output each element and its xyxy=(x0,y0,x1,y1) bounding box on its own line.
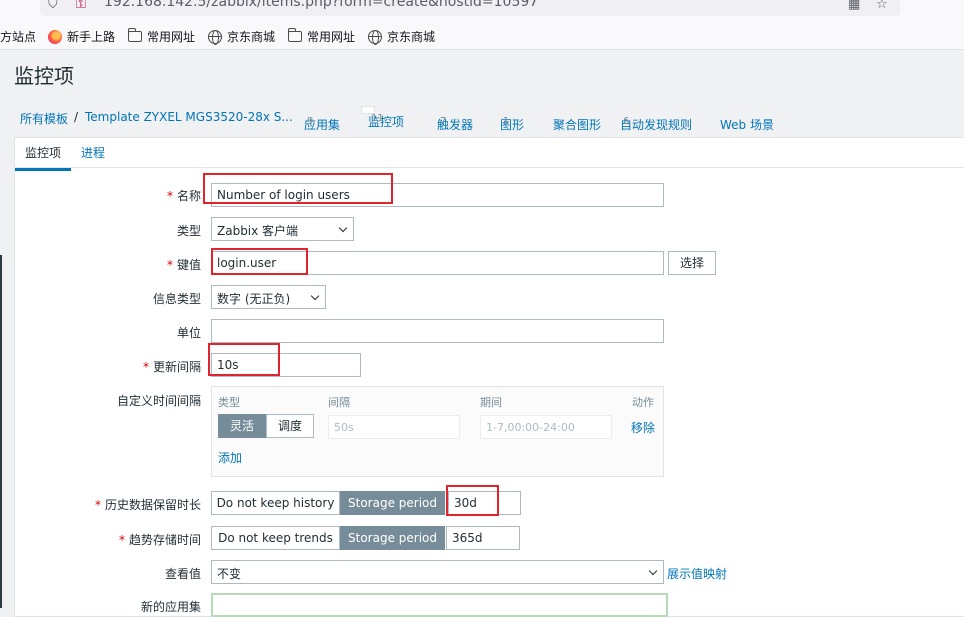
name-label: * 名称 xyxy=(166,189,201,203)
breadcrumb-all-templates[interactable]: 所有模板 xyxy=(20,110,68,127)
update-interval-input[interactable]: 10s xyxy=(211,353,361,377)
folder-icon xyxy=(287,28,302,42)
update-interval-label: * 更新间隔 xyxy=(142,360,201,374)
shield-icon[interactable]: ⛉ xyxy=(48,0,58,12)
sidebar-edge xyxy=(0,255,2,608)
bookmark-item[interactable]: 方站点 xyxy=(0,28,36,45)
breadcrumb-template[interactable]: Template ZYXEL MGS3520-28x S... xyxy=(85,110,293,124)
globe-icon xyxy=(368,29,382,45)
tab-item[interactable]: 监控项 xyxy=(15,144,72,171)
col-type-header: 类型 xyxy=(218,396,240,409)
folder-icon xyxy=(127,28,142,42)
url-text[interactable]: 192.168.142.5/zabbix/items.php?form=crea… xyxy=(104,0,538,10)
bookmark-item[interactable]: 京东商城 xyxy=(208,28,275,45)
bookmarks-bar: 方站点 新手上路 常用网址 京东商城 常用网址 京东商城 xyxy=(0,22,964,50)
custom-intervals-table: 类型 间隔 期间 动作 灵活 调度 50s 1-7,00:00-24:00 移除… xyxy=(211,386,664,477)
trends-storage-toggle[interactable]: Storage period xyxy=(340,526,445,550)
show-value-select[interactable]: 不变 xyxy=(211,560,664,584)
trends-period-input[interactable]: 365d xyxy=(446,526,520,550)
bookmark-item[interactable]: 常用网址 xyxy=(127,28,195,45)
page-header xyxy=(0,50,964,100)
new-application-label: 新的应用集 xyxy=(140,600,201,614)
info-type-label: 信息类型 xyxy=(152,292,201,306)
browser-toolbar: ⛉ ⚿ 192.168.142.5/zabbix/items.php?form=… xyxy=(0,0,964,22)
history-period-input[interactable]: 30d xyxy=(448,491,521,515)
remove-link[interactable]: 移除 xyxy=(631,419,655,436)
type-label: 类型 xyxy=(176,224,201,238)
type-select[interactable]: Zabbix 客户端 xyxy=(211,217,354,241)
bookmark-item[interactable]: 新手上路 xyxy=(48,28,115,45)
units-label: 单位 xyxy=(176,326,201,340)
history-label: * 历史数据保留时长 xyxy=(94,498,201,512)
key-label: * 键值 xyxy=(166,258,201,272)
col-period-header: 期间 xyxy=(480,396,502,409)
trends-no-keep-toggle[interactable]: Do not keep trends xyxy=(211,526,340,550)
breadcrumb-separator: / xyxy=(74,110,79,124)
key-select-button[interactable]: 选择 xyxy=(668,251,716,275)
trends-label: * 趋势存储时间 xyxy=(118,533,201,547)
scheduling-toggle[interactable]: 调度 xyxy=(266,414,314,438)
bookmark-item[interactable]: 京东商城 xyxy=(368,28,435,45)
tab-preprocessing[interactable]: 进程 xyxy=(81,144,105,161)
form-tabs: 监控项 进程 xyxy=(15,138,964,171)
key-input[interactable]: login.user xyxy=(211,251,664,275)
value-mapping-link[interactable]: 展示值映射 xyxy=(667,565,727,582)
bookmark-star-icon[interactable]: ☆ xyxy=(876,0,888,12)
history-no-keep-toggle[interactable]: Do not keep history xyxy=(211,491,340,515)
globe-icon xyxy=(208,29,222,45)
nav-items[interactable]: 监控项 11 xyxy=(361,106,404,129)
bookmark-item[interactable]: 常用网址 xyxy=(287,28,355,45)
info-type-select[interactable]: 数字 (无正负) xyxy=(211,285,326,309)
show-value-label: 查看值 xyxy=(164,567,201,581)
item-form: 监控项 进程 * 名称 Number of login users 类型 Zabb… xyxy=(14,137,964,617)
page-title: 监控项 xyxy=(14,64,74,88)
interval-input[interactable]: 50s xyxy=(328,415,460,439)
firefox-icon xyxy=(48,29,62,44)
name-input[interactable]: Number of login users xyxy=(211,183,664,207)
new-application-input[interactable] xyxy=(211,593,668,617)
period-input[interactable]: 1-7,00:00-24:00 xyxy=(480,415,612,439)
breadcrumb: 所有模板 / Template ZYXEL MGS3520-28x S... 应… xyxy=(14,104,964,132)
units-input[interactable] xyxy=(211,319,664,343)
qr-code-icon[interactable]: ▦ xyxy=(848,0,860,12)
col-action-header: 动作 xyxy=(632,396,654,409)
insecure-lock-icon[interactable]: ⚿ xyxy=(76,0,86,12)
custom-intervals-label: 自定义时间间隔 xyxy=(116,394,201,408)
history-storage-toggle[interactable]: Storage period xyxy=(340,491,445,515)
add-interval-link[interactable]: 添加 xyxy=(218,449,242,466)
flexible-toggle[interactable]: 灵活 xyxy=(218,414,266,438)
col-interval-header: 间隔 xyxy=(328,396,350,409)
